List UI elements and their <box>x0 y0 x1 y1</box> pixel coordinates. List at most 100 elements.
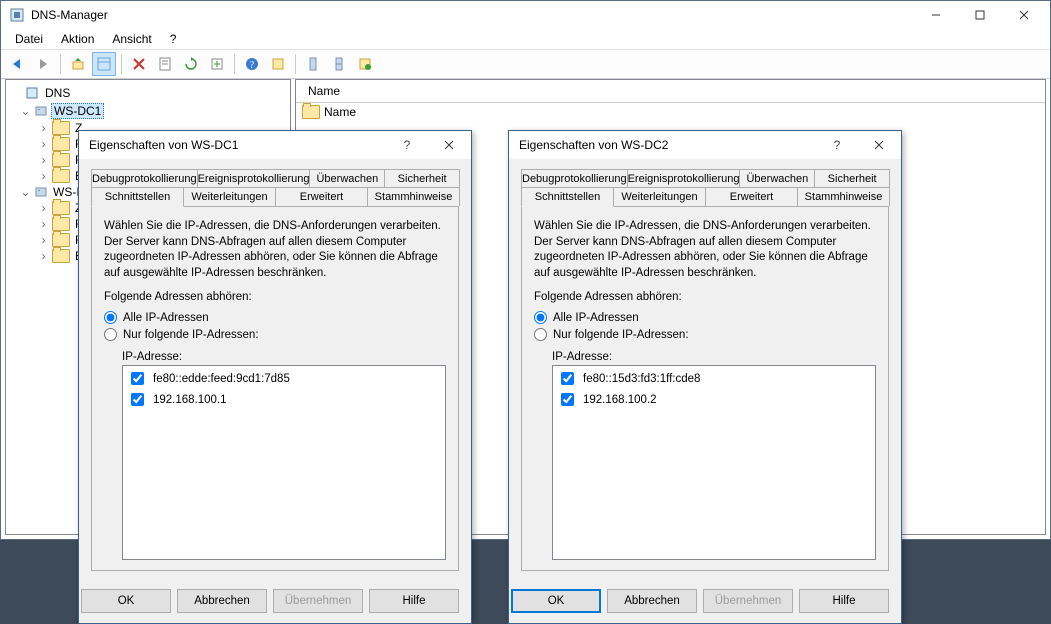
tab-stammhinweise[interactable]: Stammhinweise <box>367 187 460 206</box>
cancel-button[interactable]: Abbrechen <box>607 589 697 613</box>
chevron-right-icon[interactable]: › <box>38 201 49 215</box>
chevron-right-icon[interactable]: › <box>38 217 49 231</box>
ip-checkbox[interactable] <box>131 393 144 406</box>
tab-überwachen[interactable]: Überwachen <box>739 169 815 188</box>
ip-list[interactable]: fe80::edde:feed:9cd1:7d85192.168.100.1 <box>122 365 446 560</box>
help-button[interactable]: Hilfe <box>369 589 459 613</box>
ok-button[interactable]: OK <box>511 589 601 613</box>
listen-label: Folgende Adressen abhören: <box>534 291 876 303</box>
close-button[interactable] <box>1002 1 1046 29</box>
help-button[interactable]: Hilfe <box>799 589 889 613</box>
tab-stammhinweise[interactable]: Stammhinweise <box>797 187 890 206</box>
refresh-icon[interactable] <box>179 52 203 76</box>
apply-button[interactable]: Übernehmen <box>703 589 793 613</box>
tab-panel: Wählen Sie die IP-Adressen, die DNS-Anfo… <box>521 206 889 571</box>
list-header[interactable]: Name <box>296 80 1045 103</box>
chevron-down-icon[interactable]: ⌄ <box>20 185 31 199</box>
back-icon[interactable] <box>5 52 29 76</box>
properties-icon[interactable] <box>153 52 177 76</box>
menu-datei[interactable]: Datei <box>7 30 51 48</box>
ip-list-label: IP-Adresse: <box>552 351 876 363</box>
svg-text:?: ? <box>250 60 255 71</box>
dialog-close-button[interactable] <box>433 133 465 157</box>
radio-sel-input[interactable] <box>104 328 117 341</box>
up-icon[interactable] <box>66 52 90 76</box>
tree-root[interactable]: DNS <box>8 84 288 102</box>
ip-item[interactable]: 192.168.100.1 <box>125 389 443 410</box>
menu-aktion[interactable]: Aktion <box>53 30 102 48</box>
chevron-right-icon[interactable]: › <box>38 169 49 183</box>
ip-list[interactable]: fe80::15d3:fd3:1ff:cde8192.168.100.2 <box>552 365 876 560</box>
chevron-blank <box>10 86 21 100</box>
radio-selected[interactable]: Nur folgende IP-Adressen: <box>104 328 446 341</box>
tab-schnittstellen[interactable]: Schnittstellen <box>91 187 184 207</box>
export-icon[interactable] <box>205 52 229 76</box>
minimize-button[interactable] <box>914 1 958 29</box>
radio-sel-input[interactable] <box>534 328 547 341</box>
chevron-right-icon[interactable]: › <box>38 153 49 167</box>
tab-weiterleitungen[interactable]: Weiterleitungen <box>613 187 706 206</box>
radio-all-input[interactable] <box>104 311 117 324</box>
tool-c-icon[interactable] <box>327 52 351 76</box>
chevron-right-icon[interactable]: › <box>38 121 49 135</box>
radio-all-input[interactable] <box>534 311 547 324</box>
chevron-down-icon[interactable]: ⌄ <box>20 104 31 118</box>
list-row[interactable]: Name <box>296 103 1045 121</box>
tool-d-icon[interactable] <box>353 52 377 76</box>
radio-all[interactable]: Alle IP-Adressen <box>104 311 446 324</box>
maximize-button[interactable] <box>958 1 1002 29</box>
titlebar: DNS-Manager <box>1 1 1050 29</box>
tab-weiterleitungen[interactable]: Weiterleitungen <box>183 187 276 206</box>
ip-checkbox[interactable] <box>561 372 574 385</box>
dialog-title: Eigenschaften von WS-DC2 <box>519 138 668 152</box>
menu-ansicht[interactable]: Ansicht <box>104 30 159 48</box>
cancel-button[interactable]: Abbrechen <box>177 589 267 613</box>
dialog-help-button[interactable]: ? <box>821 133 853 157</box>
menu-help[interactable]: ? <box>162 30 185 48</box>
forward-icon[interactable] <box>31 52 55 76</box>
ok-button[interactable]: OK <box>81 589 171 613</box>
folder-icon <box>52 169 70 183</box>
list-col-name[interactable]: Name <box>302 82 346 100</box>
tool-b-icon[interactable] <box>301 52 325 76</box>
tab-panel: Wählen Sie die IP-Adressen, die DNS-Anfo… <box>91 206 459 571</box>
tree-server[interactable]: ⌄ WS-DC1 <box>8 102 288 120</box>
ip-item[interactable]: fe80::edde:feed:9cd1:7d85 <box>125 368 443 389</box>
tab-ereignisprotokollierung[interactable]: Ereignisprotokollierung <box>197 169 311 188</box>
help-icon[interactable]: ? <box>240 52 264 76</box>
tab-debugprotokollierung[interactable]: Debugprotokollierung <box>91 169 198 188</box>
ip-list-label: IP-Adresse: <box>122 351 446 363</box>
window-title: DNS-Manager <box>31 8 108 22</box>
tab-erweitert[interactable]: Erweitert <box>705 187 798 206</box>
apply-button[interactable]: Übernehmen <box>273 589 363 613</box>
tab-sicherheit[interactable]: Sicherheit <box>814 169 890 188</box>
tab-debugprotokollierung[interactable]: Debugprotokollierung <box>521 169 628 188</box>
dialog-title: Eigenschaften von WS-DC1 <box>89 138 238 152</box>
dialog-help-button[interactable]: ? <box>391 133 423 157</box>
tool-a-icon[interactable] <box>266 52 290 76</box>
radio-selected[interactable]: Nur folgende IP-Adressen: <box>534 328 876 341</box>
tab-ereignisprotokollierung[interactable]: Ereignisprotokollierung <box>627 169 741 188</box>
tab-schnittstellen[interactable]: Schnittstellen <box>521 187 614 207</box>
ip-address: fe80::edde:feed:9cd1:7d85 <box>153 373 290 385</box>
list-item-label: Name <box>324 105 356 119</box>
dialog-buttons: OK Abbrechen Übernehmen Hilfe <box>79 579 471 623</box>
folder-icon <box>302 105 320 119</box>
showhide-icon[interactable] <box>92 52 116 76</box>
tab-überwachen[interactable]: Überwachen <box>309 169 385 188</box>
radio-all[interactable]: Alle IP-Adressen <box>534 311 876 324</box>
chevron-right-icon[interactable]: › <box>38 233 49 247</box>
ip-address: 192.168.100.1 <box>153 394 227 406</box>
tab-erweitert[interactable]: Erweitert <box>275 187 368 206</box>
dialog-close-button[interactable] <box>863 133 895 157</box>
chevron-right-icon[interactable]: › <box>38 249 49 263</box>
toolbar: ? <box>1 50 1050 79</box>
ip-checkbox[interactable] <box>561 393 574 406</box>
delete-icon[interactable] <box>127 52 151 76</box>
tab-sicherheit[interactable]: Sicherheit <box>384 169 460 188</box>
menubar: Datei Aktion Ansicht ? <box>1 29 1050 50</box>
chevron-right-icon[interactable]: › <box>38 137 49 151</box>
ip-item[interactable]: 192.168.100.2 <box>555 389 873 410</box>
ip-checkbox[interactable] <box>131 372 144 385</box>
ip-item[interactable]: fe80::15d3:fd3:1ff:cde8 <box>555 368 873 389</box>
